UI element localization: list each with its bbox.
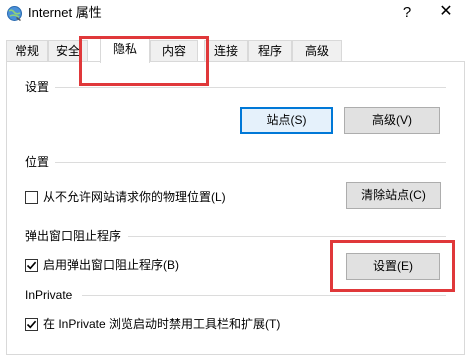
advanced-button[interactable]: 高级(V) (344, 107, 440, 134)
tab-privacy[interactable]: 隐私 (100, 38, 150, 63)
tab-content[interactable]: 内容 (150, 40, 198, 62)
checkmark-icon (26, 320, 37, 329)
popup-divider (128, 236, 446, 237)
title-bar: Internet 属性 ? ✕ (0, 0, 471, 28)
window-title: Internet 属性 (28, 5, 102, 20)
inprivate-section-title: InPrivate (25, 288, 73, 302)
inprivate-checkbox[interactable] (25, 318, 38, 331)
clear-sites-button[interactable]: 清除站点(C) (346, 182, 441, 209)
sites-button[interactable]: 站点(S) (240, 107, 333, 134)
help-button[interactable]: ? (396, 3, 418, 23)
popup-checkbox-row[interactable]: 启用弹出窗口阻止程序(B) (25, 257, 265, 273)
tab-general[interactable]: 常规 (6, 40, 48, 62)
checkmark-icon (26, 261, 37, 270)
tab-programs[interactable]: 程序 (248, 40, 292, 62)
location-section-title: 位置 (25, 155, 50, 169)
popup-section-title: 弹出窗口阻止程序 (25, 229, 122, 243)
internet-options-globe-icon (6, 5, 23, 22)
tab-connections[interactable]: 连接 (204, 40, 248, 62)
inprivate-checkbox-label: 在 InPrivate 浏览启动时禁用工具栏和扩展(T) (43, 317, 281, 331)
tab-security[interactable]: 安全 (48, 40, 88, 62)
close-button[interactable]: ✕ (433, 1, 459, 23)
settings-section-title: 设置 (25, 80, 50, 94)
tab-advanced[interactable]: 高级 (292, 40, 342, 62)
inprivate-divider (82, 295, 446, 296)
location-checkbox[interactable] (25, 191, 38, 204)
location-checkbox-row[interactable]: 从不允许网站请求你的物理位置(L) (25, 189, 325, 205)
popup-settings-button[interactable]: 设置(E) (346, 253, 440, 280)
settings-divider (55, 87, 446, 88)
location-divider (55, 162, 446, 163)
inprivate-checkbox-row[interactable]: 在 InPrivate 浏览启动时禁用工具栏和扩展(T) (25, 316, 325, 332)
popup-checkbox[interactable] (25, 259, 38, 272)
location-checkbox-label: 从不允许网站请求你的物理位置(L) (43, 190, 226, 204)
tab-strip: 常规 安全 隐私 内容 连接 程序 高级 (0, 38, 471, 63)
popup-checkbox-label: 启用弹出窗口阻止程序(B) (43, 258, 179, 272)
